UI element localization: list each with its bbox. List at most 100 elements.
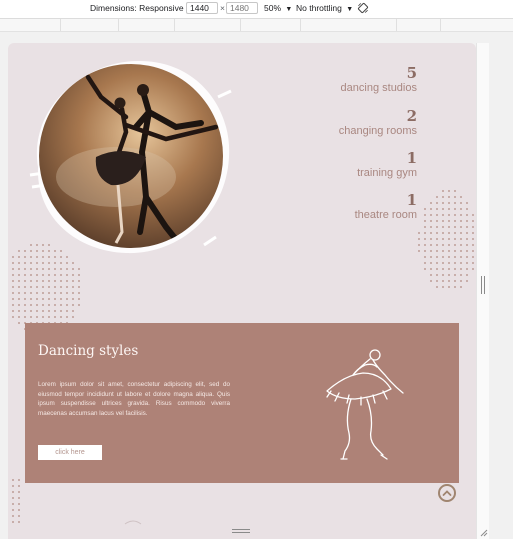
pattern-dot xyxy=(72,292,74,294)
stat-label: dancing studios xyxy=(340,82,417,94)
ballerina-line-art xyxy=(326,349,404,460)
pattern-dot xyxy=(60,268,62,270)
times-separator: × xyxy=(220,3,225,13)
pattern-dot xyxy=(12,491,14,493)
pattern-dot xyxy=(12,485,14,487)
resize-handle-right[interactable] xyxy=(480,276,486,294)
pattern-dot xyxy=(78,304,80,306)
pattern-dot xyxy=(442,280,444,282)
pattern-dot xyxy=(66,292,68,294)
pattern-dot xyxy=(424,238,426,240)
stat-training-gym: 1 training gym xyxy=(357,150,417,180)
pattern-dot xyxy=(466,280,468,282)
pattern-dot xyxy=(24,304,26,306)
scroll-to-top-button[interactable] xyxy=(438,484,456,502)
pattern-dot xyxy=(448,190,450,192)
pattern-dot xyxy=(78,298,80,300)
pattern-dot xyxy=(430,202,432,204)
pattern-dot xyxy=(436,244,438,246)
pattern-dot xyxy=(60,292,62,294)
pattern-dot xyxy=(36,304,38,306)
pattern-dot xyxy=(66,304,68,306)
pattern-dot xyxy=(78,268,80,270)
pattern-dot xyxy=(436,220,438,222)
pattern-dot xyxy=(48,274,50,276)
pattern-dot xyxy=(424,226,426,228)
pattern-dot xyxy=(430,238,432,240)
pattern-dot xyxy=(18,250,20,252)
click-here-button[interactable]: click here xyxy=(38,445,102,460)
pattern-dot xyxy=(454,262,456,264)
pattern-dot xyxy=(78,280,80,282)
pattern-dot xyxy=(430,214,432,216)
pattern-dot xyxy=(460,286,462,288)
pattern-dot xyxy=(454,268,456,270)
pattern-dot xyxy=(424,208,426,210)
pattern-dot xyxy=(78,286,80,288)
pattern-dot xyxy=(460,226,462,228)
pattern-dot xyxy=(30,310,32,312)
pattern-dot xyxy=(30,292,32,294)
pattern-dot xyxy=(72,280,74,282)
pattern-dot xyxy=(18,485,20,487)
pattern-dot xyxy=(60,298,62,300)
pattern-dot xyxy=(430,256,432,258)
zoom-dropdown[interactable]: 50% ▼ xyxy=(264,3,292,13)
pattern-dot xyxy=(30,280,32,282)
pattern-dot xyxy=(460,196,462,198)
pattern-dot xyxy=(472,232,474,234)
pattern-dot xyxy=(442,226,444,228)
width-input[interactable] xyxy=(186,2,218,14)
pattern-dot xyxy=(18,304,20,306)
pattern-dot xyxy=(12,262,14,264)
pattern-dot xyxy=(424,220,426,222)
pattern-dot xyxy=(466,214,468,216)
pattern-dot xyxy=(66,262,68,264)
pattern-dot xyxy=(42,280,44,282)
pattern-dot xyxy=(18,515,20,517)
throttling-dropdown[interactable]: No throttling ▼ xyxy=(296,3,353,13)
device-toolbar: Dimensions: Responsive ▼ × 50% ▼ No thro… xyxy=(0,0,513,19)
pattern-dot xyxy=(66,316,68,318)
pattern-dot xyxy=(12,286,14,288)
pattern-dot xyxy=(24,292,26,294)
pattern-dot xyxy=(460,262,462,264)
pattern-dot xyxy=(436,196,438,198)
pattern-dot xyxy=(12,479,14,481)
pattern-dot xyxy=(466,238,468,240)
pattern-dot xyxy=(442,196,444,198)
media-query-ruler[interactable] xyxy=(0,19,513,32)
pattern-dot xyxy=(54,292,56,294)
pattern-dot xyxy=(436,214,438,216)
pattern-dot xyxy=(12,509,14,511)
pattern-dot xyxy=(30,274,32,276)
rotate-device-icon[interactable] xyxy=(357,2,369,14)
pattern-dot xyxy=(42,274,44,276)
pattern-dot xyxy=(418,232,420,234)
pattern-dot xyxy=(12,298,14,300)
pattern-dot xyxy=(72,316,74,318)
pattern-dot xyxy=(442,202,444,204)
pattern-dot xyxy=(48,292,50,294)
pattern-dot xyxy=(460,244,462,246)
pattern-dot xyxy=(66,310,68,312)
pattern-dot xyxy=(436,256,438,258)
pattern-dot xyxy=(436,262,438,264)
pattern-dot xyxy=(60,310,62,312)
pattern-dot xyxy=(18,479,20,481)
pattern-dot xyxy=(36,316,38,318)
pattern-dot xyxy=(454,274,456,276)
pattern-dot xyxy=(18,256,20,258)
pattern-dot xyxy=(436,226,438,228)
resize-corner-icon[interactable] xyxy=(478,527,488,537)
dimensions-dropdown[interactable]: Dimensions: Responsive ▼ xyxy=(90,3,195,13)
height-input[interactable] xyxy=(226,2,258,14)
pattern-dot xyxy=(466,220,468,222)
pattern-dot xyxy=(430,220,432,222)
pattern-dot xyxy=(442,262,444,264)
pattern-dot xyxy=(460,238,462,240)
pattern-dot xyxy=(442,250,444,252)
resize-handle-bottom[interactable] xyxy=(232,528,250,534)
pattern-dot xyxy=(466,244,468,246)
pattern-dot xyxy=(430,226,432,228)
